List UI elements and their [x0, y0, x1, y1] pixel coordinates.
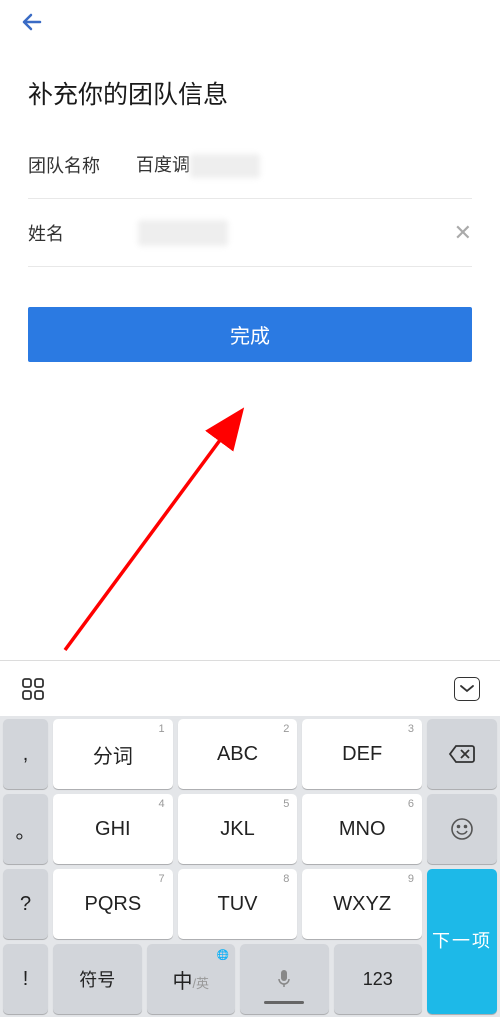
key-9-wxyz[interactable]: 9WXYZ — [302, 869, 422, 939]
globe-icon: 🌐 — [217, 950, 229, 961]
team-name-value: 百度调 — [128, 151, 472, 178]
mic-space-key[interactable] — [240, 944, 329, 1014]
key-7-pqrs[interactable]: 7PQRS — [53, 869, 173, 939]
key-5-jkl[interactable]: 5JKL — [178, 794, 298, 864]
backspace-icon — [448, 744, 476, 764]
punct-question-key[interactable]: ? — [3, 869, 48, 939]
punct-period-key[interactable]: 。 — [3, 794, 48, 864]
numbers-key[interactable]: 123 — [334, 944, 423, 1014]
page-title: 补充你的团队信息 — [0, 50, 500, 131]
key-4-ghi[interactable]: 4GHI — [53, 794, 173, 864]
back-arrow-icon[interactable] — [20, 10, 44, 41]
key-6-mno[interactable]: 6MNO — [302, 794, 422, 864]
smile-icon — [450, 817, 474, 841]
header-bar — [0, 0, 500, 50]
emoji-key[interactable] — [427, 794, 497, 864]
annotation-arrow — [55, 395, 265, 655]
punct-exclaim-key[interactable]: ! — [3, 944, 48, 1014]
keyboard: , 。 ? ! 1分词 2ABC 3DEF 4GHI 5JKL 6MNO 7PQ… — [0, 660, 500, 1017]
name-value — [128, 220, 472, 246]
key-8-tuv[interactable]: 8TUV — [178, 869, 298, 939]
team-name-label: 团队名称 — [28, 152, 128, 178]
key-3-def[interactable]: 3DEF — [302, 719, 422, 789]
name-label: 姓名 — [28, 220, 128, 246]
name-row[interactable]: 姓名 ✕ — [28, 199, 472, 267]
keyboard-grid-icon[interactable] — [18, 677, 48, 701]
keyboard-hide-icon[interactable] — [452, 677, 482, 701]
key-1-fenci[interactable]: 1分词 — [53, 719, 173, 789]
submit-button[interactable]: 完成 — [28, 307, 472, 362]
backspace-key[interactable] — [427, 719, 497, 789]
symbols-key[interactable]: 符号 — [53, 944, 142, 1014]
key-2-abc[interactable]: 2ABC — [178, 719, 298, 789]
next-key-label: 下一项 — [432, 930, 492, 953]
clear-icon[interactable]: ✕ — [454, 220, 472, 246]
language-key[interactable]: 中/英 🌐 — [147, 944, 236, 1014]
mic-icon — [277, 969, 291, 989]
submit-button-label: 完成 — [230, 320, 270, 349]
next-key[interactable]: 下一项 — [427, 869, 497, 1014]
team-name-row[interactable]: 团队名称 百度调 — [28, 131, 472, 199]
punct-comma-key[interactable]: , — [3, 719, 48, 789]
